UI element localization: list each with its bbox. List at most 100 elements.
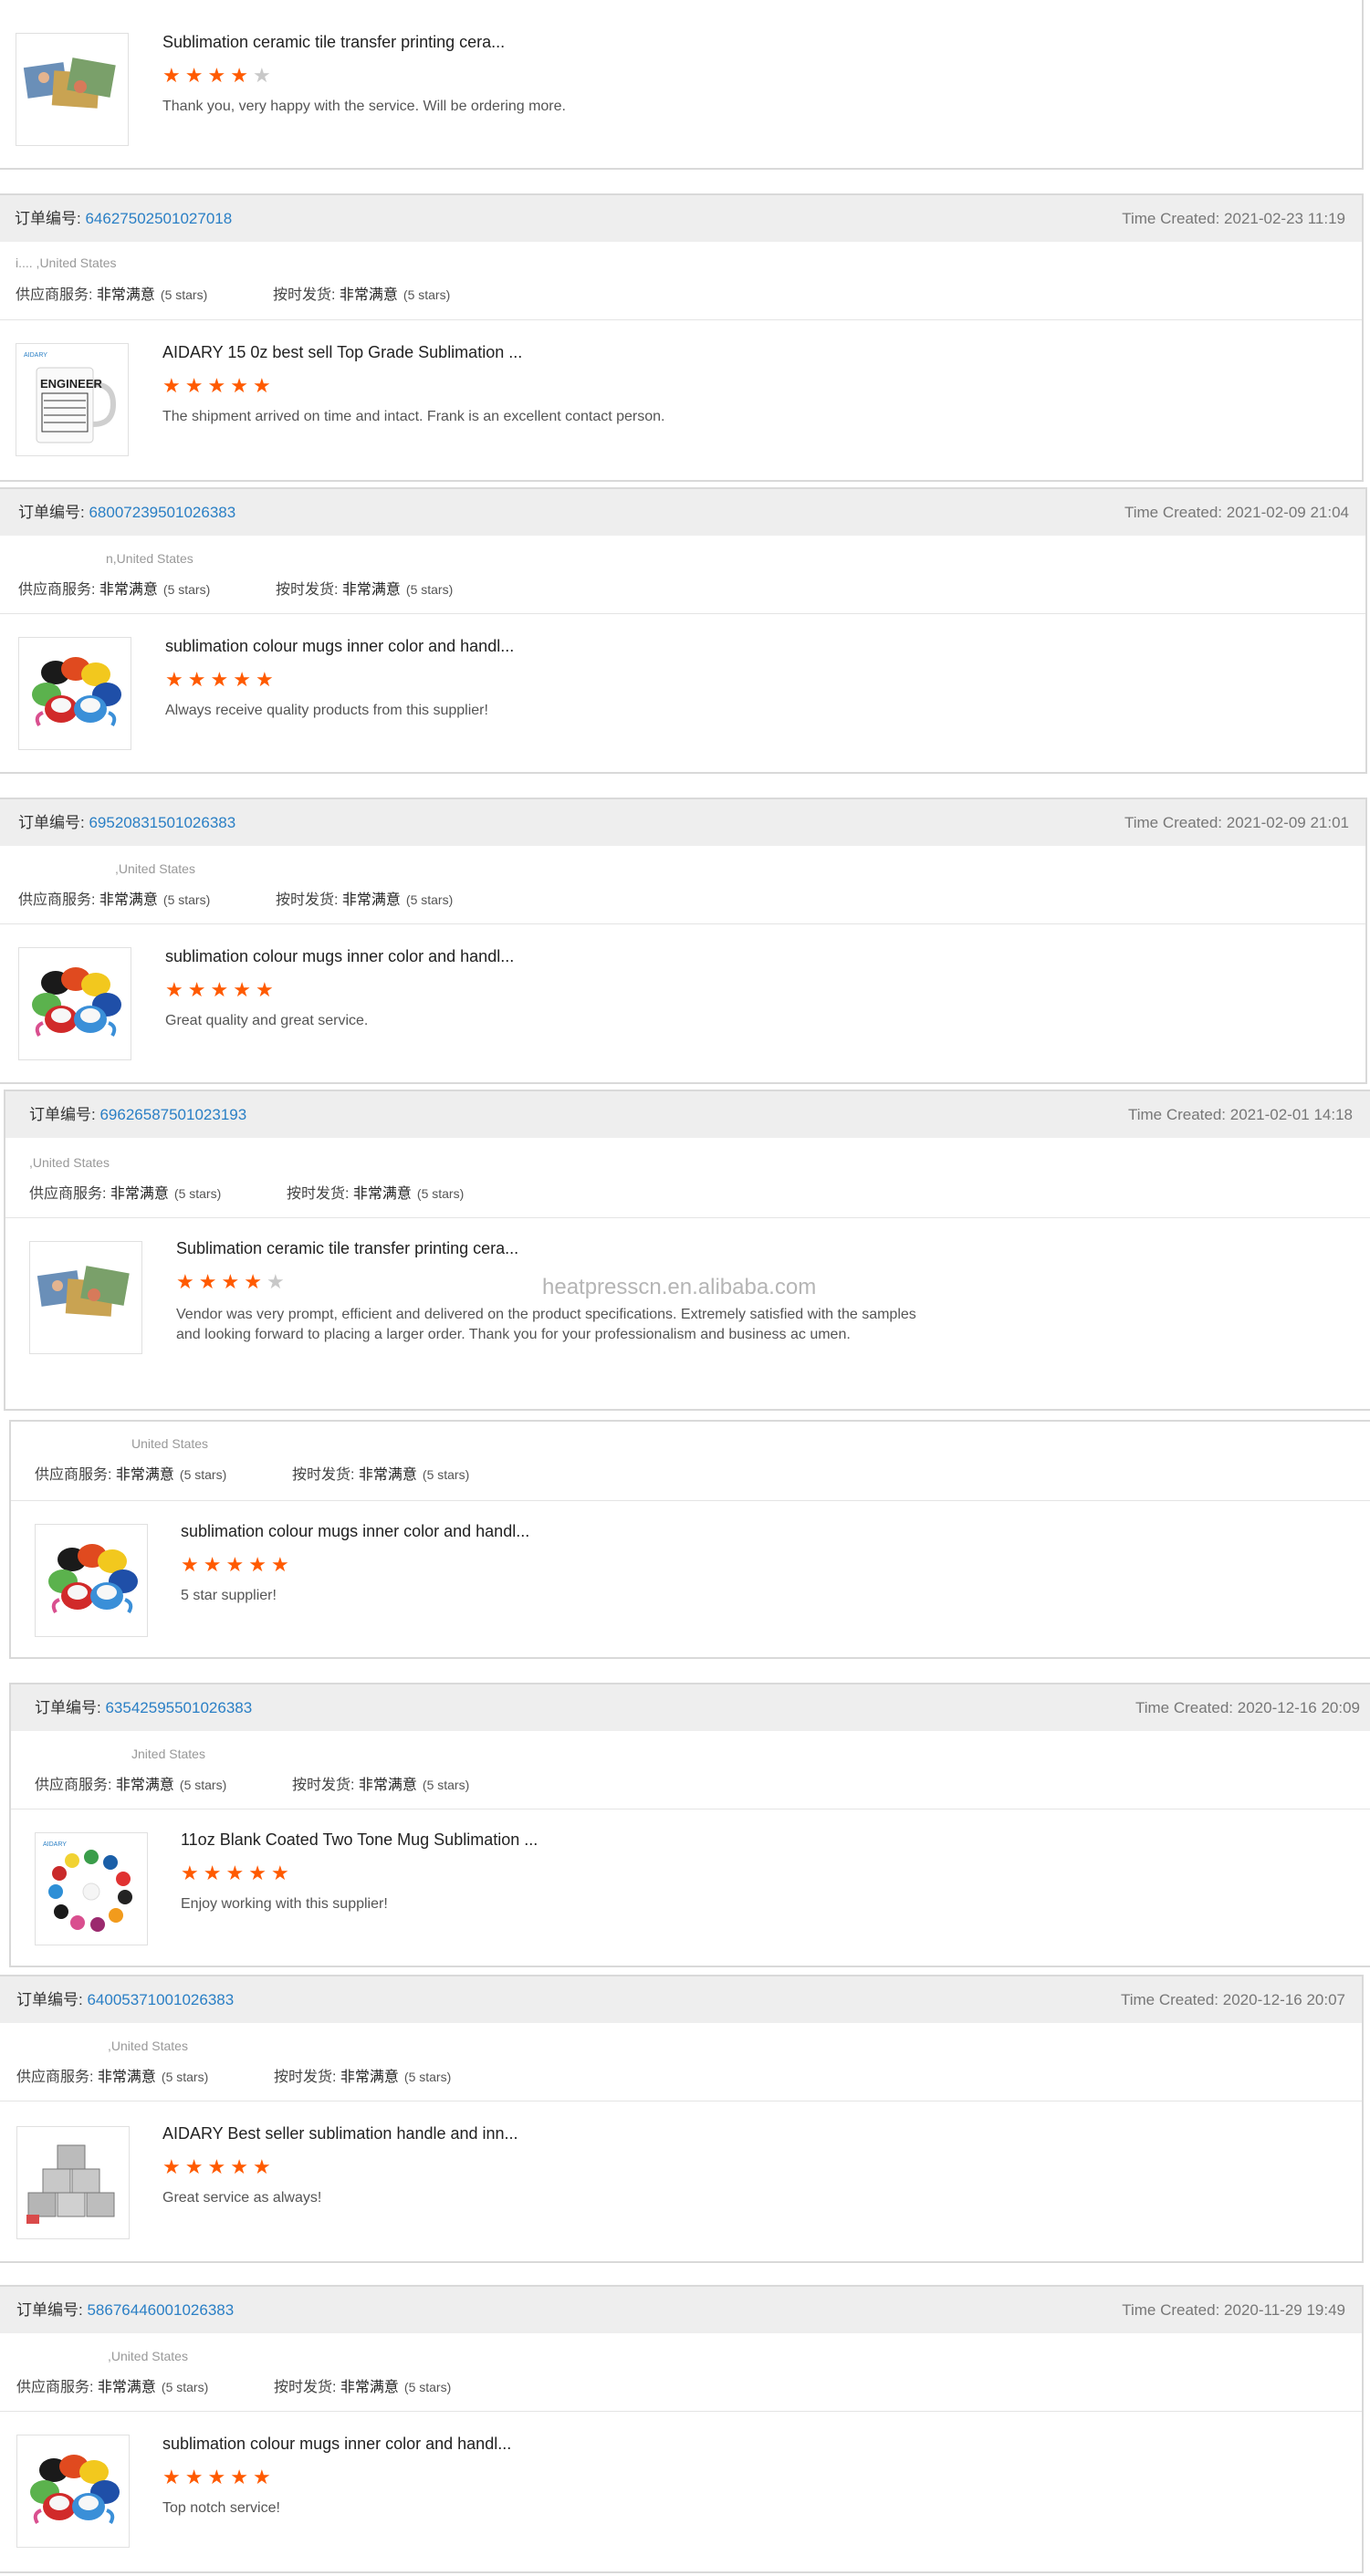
rating-summary: 供应商服务: 非常满意 (5 stars) 按时发货: 非常满意 (5 stars) (16, 287, 451, 303)
star-icon: ★ (233, 668, 251, 691)
review-text: Top notch service! (162, 2500, 280, 2516)
buyer-location: Jnited States (131, 1747, 205, 1761)
star-icon: ★ (255, 978, 274, 1001)
star-icon: ★ (181, 1862, 199, 1884)
star-icon: ★ (207, 2466, 226, 2488)
color-mugs-icon[interactable] (16, 2435, 130, 2548)
order-number-link[interactable]: 69626587501023193 (99, 1106, 246, 1123)
review-text: The shipment arrived on time and intact.… (162, 409, 665, 424)
buyer-location: ,United States (29, 1155, 110, 1170)
order-number-link[interactable]: 63542595501026383 (105, 1699, 252, 1716)
star-icon: ★ (162, 64, 181, 87)
order-header: 订单编号: 64627502501027018 Time Created: 20… (0, 195, 1362, 242)
time-created: 2020-12-16 20:09 (1237, 1699, 1360, 1716)
order-header: 订单编号: 69520831501026383 Time Created: 20… (0, 799, 1365, 846)
product-title[interactable]: 11oz Blank Coated Two Tone Mug Sublimati… (181, 1830, 538, 1850)
star-icon: ★ (207, 2155, 226, 2178)
star-icon: ★ (198, 1270, 217, 1293)
star-icon: ★ (230, 374, 248, 397)
star-icon: ★ (203, 1553, 222, 1576)
star-icon: ★ (230, 2155, 248, 2178)
star-icon: ★ (252, 2155, 271, 2178)
rating-stars: ★ ★ ★ ★ ★ (162, 376, 276, 396)
star-icon: ★ (184, 374, 204, 397)
product-title[interactable]: AIDARY 15 0z best sell Top Grade Sublima… (162, 343, 522, 362)
review-card: 订单编号: 58676446001026383 Time Created: 20… (0, 2285, 1364, 2573)
rating-summary: 供应商服务: 非常满意 (5 stars) 按时发货: 非常满意 (5 stars) (18, 582, 454, 598)
review-card: 订单编号: 68007239501026383 Time Created: 20… (0, 487, 1367, 774)
review-card: Sublimation ceramic tile transfer printi… (0, 0, 1364, 170)
review-text: Great service as always! (162, 2190, 322, 2206)
buyer-location: i.... ,United States (16, 256, 117, 270)
rating-stars: ★ ★ ★ ★ ★ (181, 1863, 294, 1883)
time-created: 2021-02-09 21:01 (1226, 814, 1349, 831)
divider (0, 319, 1362, 320)
watermark: heatpresscn.en.alibaba.com (542, 1275, 817, 1299)
buyer-location: ,United States (115, 861, 195, 876)
buyer-location: ,United States (108, 2349, 188, 2363)
star-icon: ★ (252, 2466, 271, 2488)
order-label: 订单编号: (15, 210, 81, 227)
order-number-link[interactable]: 64005371001026383 (87, 1991, 234, 2008)
buyer-location: n,United States (106, 551, 193, 566)
time-created: 2021-02-01 14:18 (1229, 1106, 1353, 1123)
two-tone-mugs-icon[interactable]: AIDARY (35, 1832, 148, 1945)
product-title[interactable]: sublimation colour mugs inner color and … (162, 2435, 511, 2454)
product-title[interactable]: sublimation colour mugs inner color and … (165, 947, 514, 966)
star-icon: ★ (187, 668, 206, 691)
time-created: 2020-11-29 19:49 (1224, 2301, 1345, 2319)
star-icon: ★ (230, 64, 248, 87)
time-created: 2021-02-09 21:04 (1226, 504, 1349, 521)
order-number-link[interactable]: 69520831501026383 (89, 814, 235, 831)
product-title[interactable]: Sublimation ceramic tile transfer printi… (162, 33, 505, 52)
star-icon: ★ (221, 1270, 240, 1293)
time-created: 2020-12-16 20:07 (1222, 1991, 1345, 2008)
order-number-link[interactable]: 58676446001026383 (87, 2301, 234, 2319)
star-icon: ★ (207, 374, 226, 397)
product-title[interactable]: AIDARY Best seller sublimation handle an… (162, 2124, 518, 2143)
review-card: 订单编号: 69520831501026383 Time Created: 20… (0, 798, 1367, 1084)
rating-stars: ★ ★ ★ ★ ★ (162, 66, 276, 86)
mug-pyramid-icon[interactable] (16, 2126, 130, 2239)
tile-photos-icon[interactable] (16, 33, 129, 146)
review-card: 订单编号: 64005371001026383 Time Created: 20… (0, 1975, 1364, 2263)
star-icon: ★ (184, 64, 204, 87)
star-icon: ★ (207, 64, 226, 87)
color-mugs-icon[interactable] (18, 947, 131, 1060)
rating-stars: ★ ★ ★ ★ ★ (165, 670, 278, 690)
review-text: Always receive quality products from thi… (165, 703, 488, 718)
review-card: 订单编号: 63542595501026383 Time Created: 20… (9, 1683, 1370, 1967)
star-icon: ★ (184, 2155, 204, 2178)
star-icon: ★ (270, 1862, 289, 1884)
star-icon: ★ (165, 978, 183, 1001)
rating-stars: ★ ★ ★ ★ ★ (165, 980, 278, 1000)
review-text: Great quality and great service. (165, 1013, 369, 1028)
star-icon: ★ (266, 1270, 285, 1293)
star-icon: ★ (165, 668, 183, 691)
order-number-link[interactable]: 68007239501026383 (89, 504, 235, 521)
color-mugs-icon[interactable] (35, 1524, 148, 1637)
product-title[interactable]: sublimation colour mugs inner color and … (181, 1522, 529, 1541)
engineer-mug-icon[interactable]: AIDARY ENGINEER (16, 343, 129, 456)
product-title[interactable]: Sublimation ceramic tile transfer printi… (176, 1239, 518, 1258)
order-header: 订单编号: 69626587501023193 Time Created: 20… (5, 1091, 1370, 1138)
star-icon: ★ (244, 1270, 262, 1293)
star-icon: ★ (181, 1553, 199, 1576)
star-icon: ★ (270, 1553, 289, 1576)
review-card: 订单编号: 69626587501023193 Time Created: 20… (4, 1090, 1370, 1411)
rating-summary: 供应商服务: 非常满意 (5 stars) 按时发货: 非常满意 (5 stars) (35, 1778, 470, 1793)
rating-stars: ★ ★ ★ ★ ★ (162, 2157, 276, 2177)
product-title[interactable]: sublimation colour mugs inner color and … (165, 637, 514, 656)
order-header: 订单编号: 63542595501026383 Time Created: 20… (11, 1684, 1370, 1731)
star-icon: ★ (233, 978, 251, 1001)
rating-summary: 供应商服务: 非常满意 (5 stars) 按时发货: 非常满意 (5 stars) (18, 892, 454, 908)
color-mugs-icon[interactable] (18, 637, 131, 750)
star-icon: ★ (255, 668, 274, 691)
svg-text:AIDARY: AIDARY (43, 1841, 67, 1848)
review-card: United States 供应商服务: 非常满意 (5 stars) 按时发货:… (9, 1420, 1370, 1659)
order-number-link[interactable]: 64627502501027018 (85, 210, 232, 227)
star-icon: ★ (252, 64, 271, 87)
tile-photos-icon[interactable] (29, 1241, 142, 1354)
star-icon: ★ (252, 374, 271, 397)
rating-summary: 供应商服务: 非常满意 (5 stars) 按时发货: 非常满意 (5 stars) (16, 2070, 452, 2085)
